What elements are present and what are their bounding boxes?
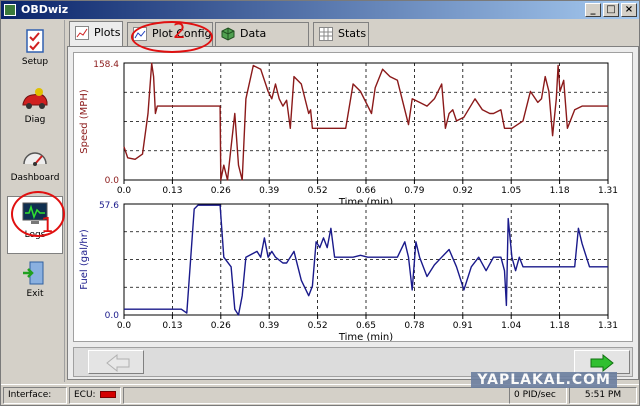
y-tick-label: 57.6	[99, 201, 119, 211]
watermark: YAPLAKAL.COM	[471, 372, 617, 388]
ecu-label: ECU:	[74, 390, 96, 400]
tab-plots[interactable]: Plots	[69, 21, 123, 46]
sidebar-item-label: Exit	[26, 289, 44, 299]
interface-status: Interface:	[3, 387, 67, 404]
gauge-icon	[20, 144, 50, 170]
minimize-button[interactable]: _	[585, 3, 601, 17]
sidebar-item-diag[interactable]: Diag	[7, 82, 63, 140]
x-tick-label: 1.18	[550, 321, 570, 331]
y-axis-label: Speed (MPH)	[79, 89, 90, 154]
y-axis-label: Fuel (gal/hr)	[79, 229, 90, 290]
plot-area: 0.0 0.13 0.26 0.39 0.52 0.66 0.79 0.92 1.05 1.18 1…	[73, 52, 633, 342]
checklist-icon	[20, 28, 50, 54]
chart-config-icon	[133, 27, 147, 41]
status-spacer	[123, 387, 567, 404]
tab-bar: Plots Plot Config Data Logging Stats	[67, 20, 639, 62]
interface-label: Interface:	[8, 390, 52, 400]
sidebar-item-label: Dashboard	[10, 173, 60, 183]
x-tick-label: 0.26	[211, 186, 231, 196]
x-tick-label: 0.13	[162, 186, 182, 196]
maximize-button[interactable]: □	[603, 3, 619, 17]
exit-door-icon	[20, 260, 50, 286]
x-tick-label: 1.18	[550, 186, 570, 196]
x-tick-label: 1.05	[501, 186, 521, 196]
x-tick-label: 0.39	[259, 321, 279, 331]
tab-plot-config[interactable]: Plot Config	[127, 22, 213, 46]
grid-icon	[319, 27, 333, 41]
x-tick-label: 1.04	[501, 321, 521, 331]
ecu-status: ECU:	[69, 387, 121, 404]
x-tick-label: 1.31	[598, 321, 618, 331]
title-bar: OBDwiz _ □ ×	[1, 1, 639, 19]
sidebar-item-label: Logs	[24, 230, 46, 240]
x-tick-label: 1.31	[598, 186, 618, 196]
tab-data-logging[interactable]: Data Logging	[215, 22, 309, 62]
y-tick-label: 0.0	[105, 176, 120, 186]
x-tick-label: 0.39	[259, 186, 279, 196]
x-tick-label: 0.66	[356, 186, 376, 196]
x-tick-label: 0.0	[117, 186, 132, 196]
y-tick-label: 158.4	[93, 60, 119, 70]
sidebar-item-exit[interactable]: Exit	[7, 256, 63, 314]
x-tick-label: 0.79	[404, 186, 424, 196]
sidebar-item-logs[interactable]: Logs	[7, 196, 63, 254]
annotation-number-1: 1	[41, 213, 54, 237]
x-tick-label: 0.52	[308, 186, 328, 196]
x-tick-label: 0.78	[404, 321, 424, 331]
app-window: OBDwiz _ □ × Setup Diag Dashboard Logs E…	[0, 0, 640, 406]
plots-panel: 0.0 0.13 0.26 0.39 0.52 0.66 0.79 0.92 1.05 1.18 1…	[67, 46, 639, 380]
y-tick-label: 0.0	[105, 311, 120, 321]
window-title: OBDwiz	[21, 3, 69, 16]
x-tick-label: 0.65	[356, 321, 376, 331]
annotation-number-2: 2	[173, 19, 186, 43]
sidebar-item-label: Diag	[24, 115, 46, 125]
tab-stats[interactable]: Stats	[313, 22, 369, 46]
sidebar-item-setup[interactable]: Setup	[7, 24, 63, 82]
x-tick-label: 0.91	[453, 321, 473, 331]
line-chart-icon	[75, 26, 89, 40]
x-tick-label: 0.52	[308, 321, 328, 331]
x-tick-label: 0.0	[117, 321, 132, 331]
window-controls: _ □ ×	[585, 3, 637, 17]
sidebar: Setup Diag Dashboard Logs Exit	[3, 20, 65, 382]
x-tick-label: 0.26	[211, 321, 231, 331]
sidebar-item-label: Setup	[21, 57, 49, 67]
arrow-left-icon	[106, 353, 130, 373]
charts-canvas: 0.0 0.13 0.26 0.39 0.52 0.66 0.79 0.92 1.05 1.18 1…	[79, 60, 618, 341]
x-axis-label: Time (min)	[338, 332, 393, 341]
car-icon	[20, 86, 50, 112]
tab-label: Plots	[94, 26, 121, 39]
tab-label: Stats	[338, 27, 367, 40]
previous-button[interactable]	[88, 350, 144, 374]
next-button[interactable]	[574, 350, 630, 374]
sidebar-item-dashboard[interactable]: Dashboard	[7, 140, 63, 198]
clock: 5:51 PM	[569, 387, 637, 404]
close-button[interactable]: ×	[621, 3, 637, 17]
cube-icon	[221, 27, 235, 41]
ecu-indicator	[99, 391, 116, 398]
x-tick-label: 0.92	[453, 186, 473, 196]
x-tick-label: 0.13	[162, 321, 182, 331]
app-logo-icon	[4, 4, 16, 16]
pid-rate: 0 PID/sec	[509, 387, 567, 404]
